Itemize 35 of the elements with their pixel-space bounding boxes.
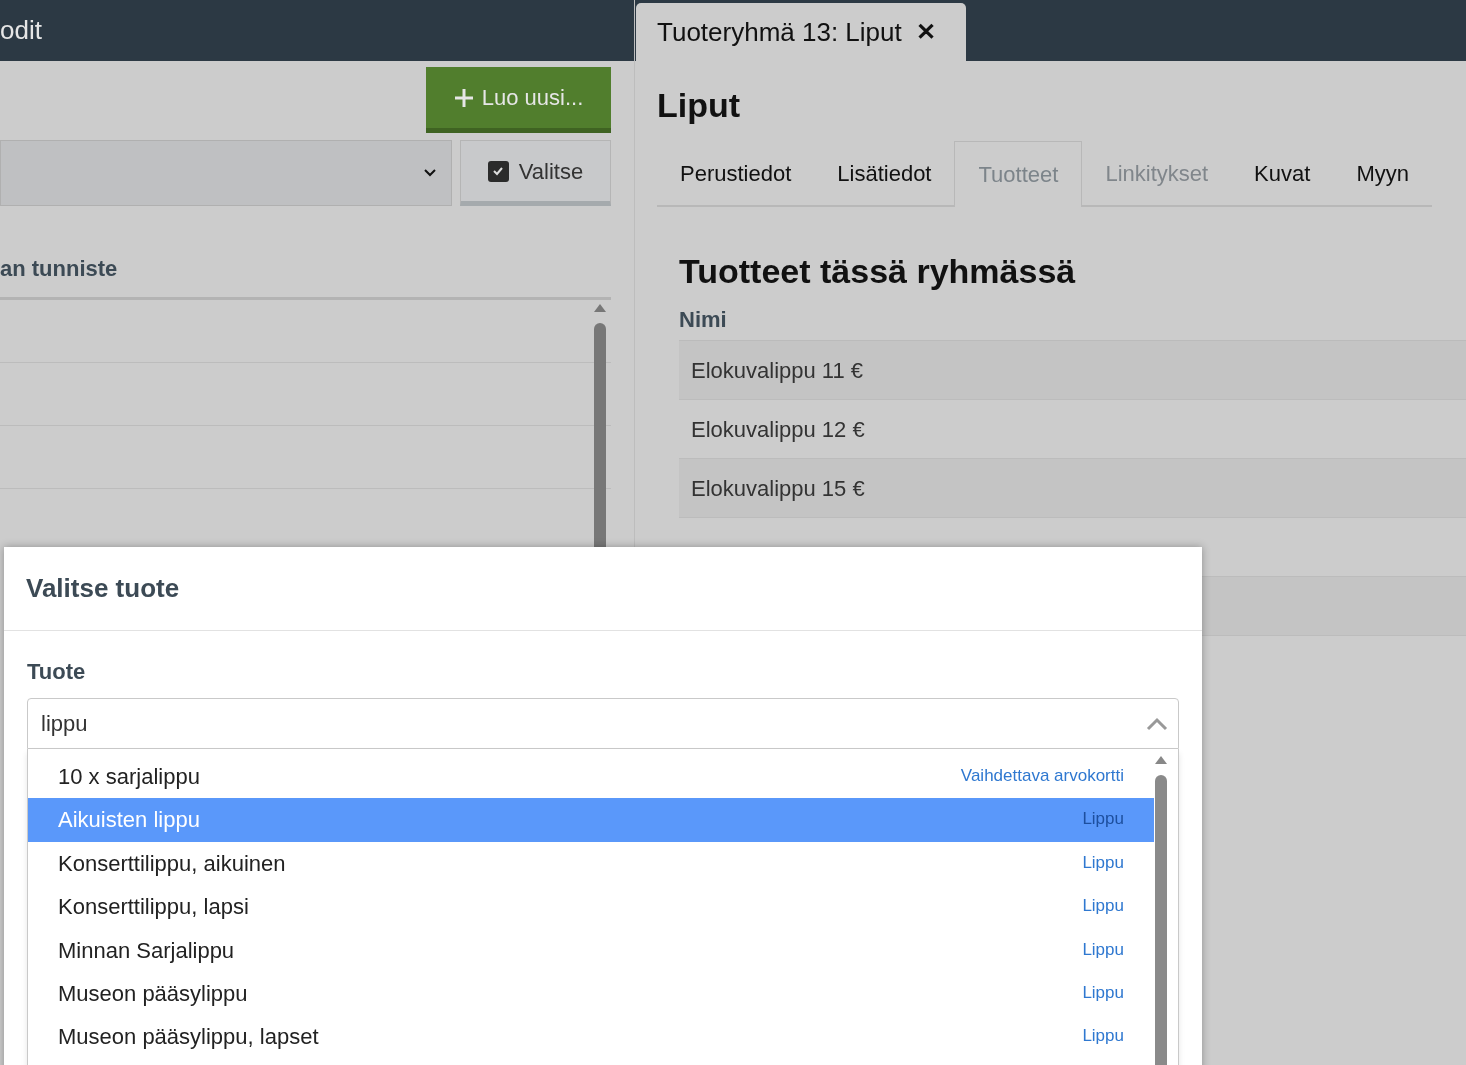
column-heading: Nimi	[679, 306, 728, 334]
tab[interactable]: Myyn	[1333, 141, 1432, 207]
group-heading: Liput	[657, 85, 742, 126]
scroll-up-icon[interactable]	[1154, 755, 1168, 765]
select-button[interactable]: Valitse	[460, 140, 611, 206]
dropdown-option[interactable]: Museon pääsylippu Lippu	[28, 971, 1154, 1016]
tab[interactable]: Lisätiedot	[814, 141, 955, 207]
column-heading: an tunniste	[0, 255, 119, 283]
dropdown-option[interactable]: 10 x sarjalippu Vaihdettava arvokortti	[28, 755, 1154, 799]
dropdown-option[interactable]: Konserttilippu, lapsi Lippu	[28, 885, 1154, 929]
create-button[interactable]: Luo uusi...	[426, 67, 611, 133]
dialog-title: Valitse tuote	[26, 572, 180, 605]
field-label: Tuote	[27, 658, 87, 686]
table-cell: Elokuvalippu 15 €	[679, 459, 1466, 518]
plus-icon	[453, 87, 474, 108]
tab[interactable]: Perustiedot	[657, 141, 815, 207]
dropdown-option[interactable]: Minnan Sarjalippu Lippu	[28, 928, 1154, 972]
scrollbar-thumb[interactable]	[1155, 775, 1167, 1065]
product-combobox[interactable]: lippu	[27, 698, 1179, 749]
scroll-up-icon[interactable]	[593, 303, 607, 313]
scrollbar-thumb[interactable]	[594, 323, 606, 547]
tab[interactable]: Kuvat	[1231, 141, 1334, 207]
tab-label: Tuoteryhmä 13: Liput	[657, 15, 902, 49]
dropdown-option[interactable]: Museon pääsylippu, lapset Lippu	[28, 1015, 1154, 1059]
page-title: odit	[0, 14, 42, 47]
dropdown-option[interactable]: Konserttilippu, aikuinen Lippu	[28, 841, 1154, 886]
close-button[interactable]: ✕	[915, 14, 936, 50]
checkbox[interactable]	[487, 160, 509, 182]
section-title: Tuotteet tässä ryhmässä	[679, 251, 1077, 292]
select-field[interactable]	[0, 140, 452, 206]
document-tab[interactable]: Tuoteryhmä 13: Liput ✕	[636, 3, 966, 61]
chevron-down-icon	[423, 168, 437, 178]
search-input[interactable]: lippu	[41, 707, 1146, 740]
table-cell: Elokuvalippu 11 €	[679, 341, 1466, 400]
chevron-up-icon[interactable]	[1146, 716, 1168, 731]
